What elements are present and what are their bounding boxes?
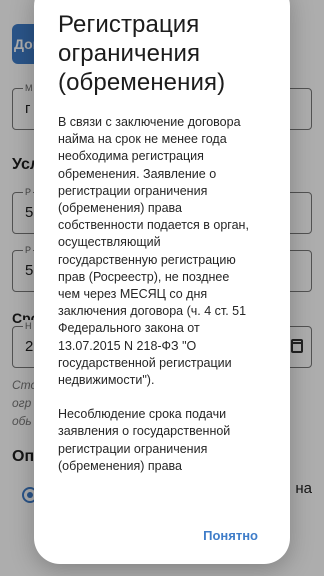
dialog-paragraph-2: Несоблюдение срока подачи заявления о го…: [58, 407, 231, 473]
dialog-paragraph-1: В связи с заключение договора найма на с…: [58, 115, 249, 388]
ok-button[interactable]: Понятно: [203, 528, 258, 543]
dialog-body[interactable]: В связи с заключение договора найма на с…: [58, 114, 274, 479]
dialog-title: Регистрация ограничения (обременения): [58, 11, 226, 96]
registration-dialog: Регистрация ограничения (обременения) В …: [34, 0, 290, 564]
